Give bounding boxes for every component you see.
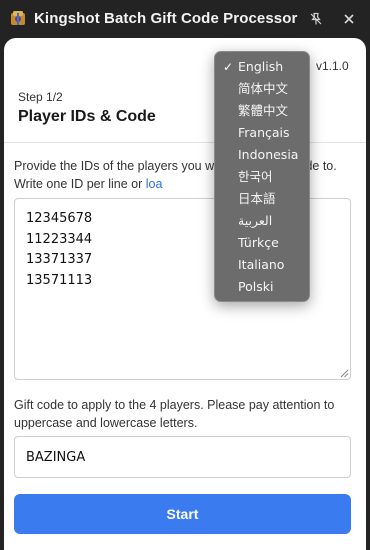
page-title: Player IDs & Code xyxy=(18,108,156,125)
close-button[interactable] xyxy=(339,9,359,29)
language-option-label: 繁體中文 xyxy=(238,103,289,118)
gift-code-input[interactable] xyxy=(14,436,351,478)
language-option[interactable]: العربية xyxy=(215,210,309,232)
language-option-label: Indonesia xyxy=(238,147,299,162)
language-option-label: Polski xyxy=(238,279,274,294)
language-option-label: English xyxy=(238,59,284,74)
language-option[interactable]: Français xyxy=(215,122,309,144)
language-option[interactable]: Türkçe xyxy=(215,232,309,254)
language-option-label: العربية xyxy=(238,213,273,228)
language-option-label: 한국어 xyxy=(238,169,273,184)
header-divider xyxy=(4,142,366,143)
resize-grip-icon[interactable] xyxy=(340,369,349,378)
titlebar: Kingshot Batch Gift Code Processor xyxy=(0,0,370,38)
language-option-label: Italiano xyxy=(238,257,285,272)
unpin-icon[interactable] xyxy=(306,9,326,29)
start-button[interactable]: Start xyxy=(14,494,351,534)
language-option-label: Français xyxy=(238,125,290,140)
ids-description-text: Provide the IDs of the players you w xyxy=(14,159,215,173)
language-option[interactable]: 日本語 xyxy=(215,188,309,210)
checkmark-icon: ✓ xyxy=(223,60,234,74)
version-label: v1.1.0 xyxy=(316,59,349,73)
close-icon xyxy=(344,14,354,24)
step-indicator: Step 1/2 xyxy=(18,90,63,104)
language-option[interactable]: Italiano xyxy=(215,254,309,276)
language-option[interactable]: 한국어 xyxy=(215,166,309,188)
gift-code-label: Gift code to apply to the 4 players. Ple… xyxy=(14,398,335,430)
language-option[interactable]: 简体中文 xyxy=(215,78,309,100)
language-option-label: Türkçe xyxy=(238,235,279,250)
language-dropdown-menu: ✓ English 简体中文繁體中文 Français Indonesia 한국어 日本語 ا… xyxy=(214,51,310,302)
language-option-label: 日本語 xyxy=(238,191,276,206)
load-file-link[interactable]: loa xyxy=(146,177,163,191)
language-option[interactable]: Polski xyxy=(215,276,309,298)
app-icon xyxy=(11,11,25,25)
language-option[interactable]: Indonesia xyxy=(215,144,309,166)
language-option-label: 简体中文 xyxy=(238,81,289,96)
language-option[interactable]: 繁體中文 xyxy=(215,100,309,122)
language-option[interactable]: ✓ English xyxy=(215,56,309,78)
window-title: Kingshot Batch Gift Code Processor xyxy=(34,10,298,27)
